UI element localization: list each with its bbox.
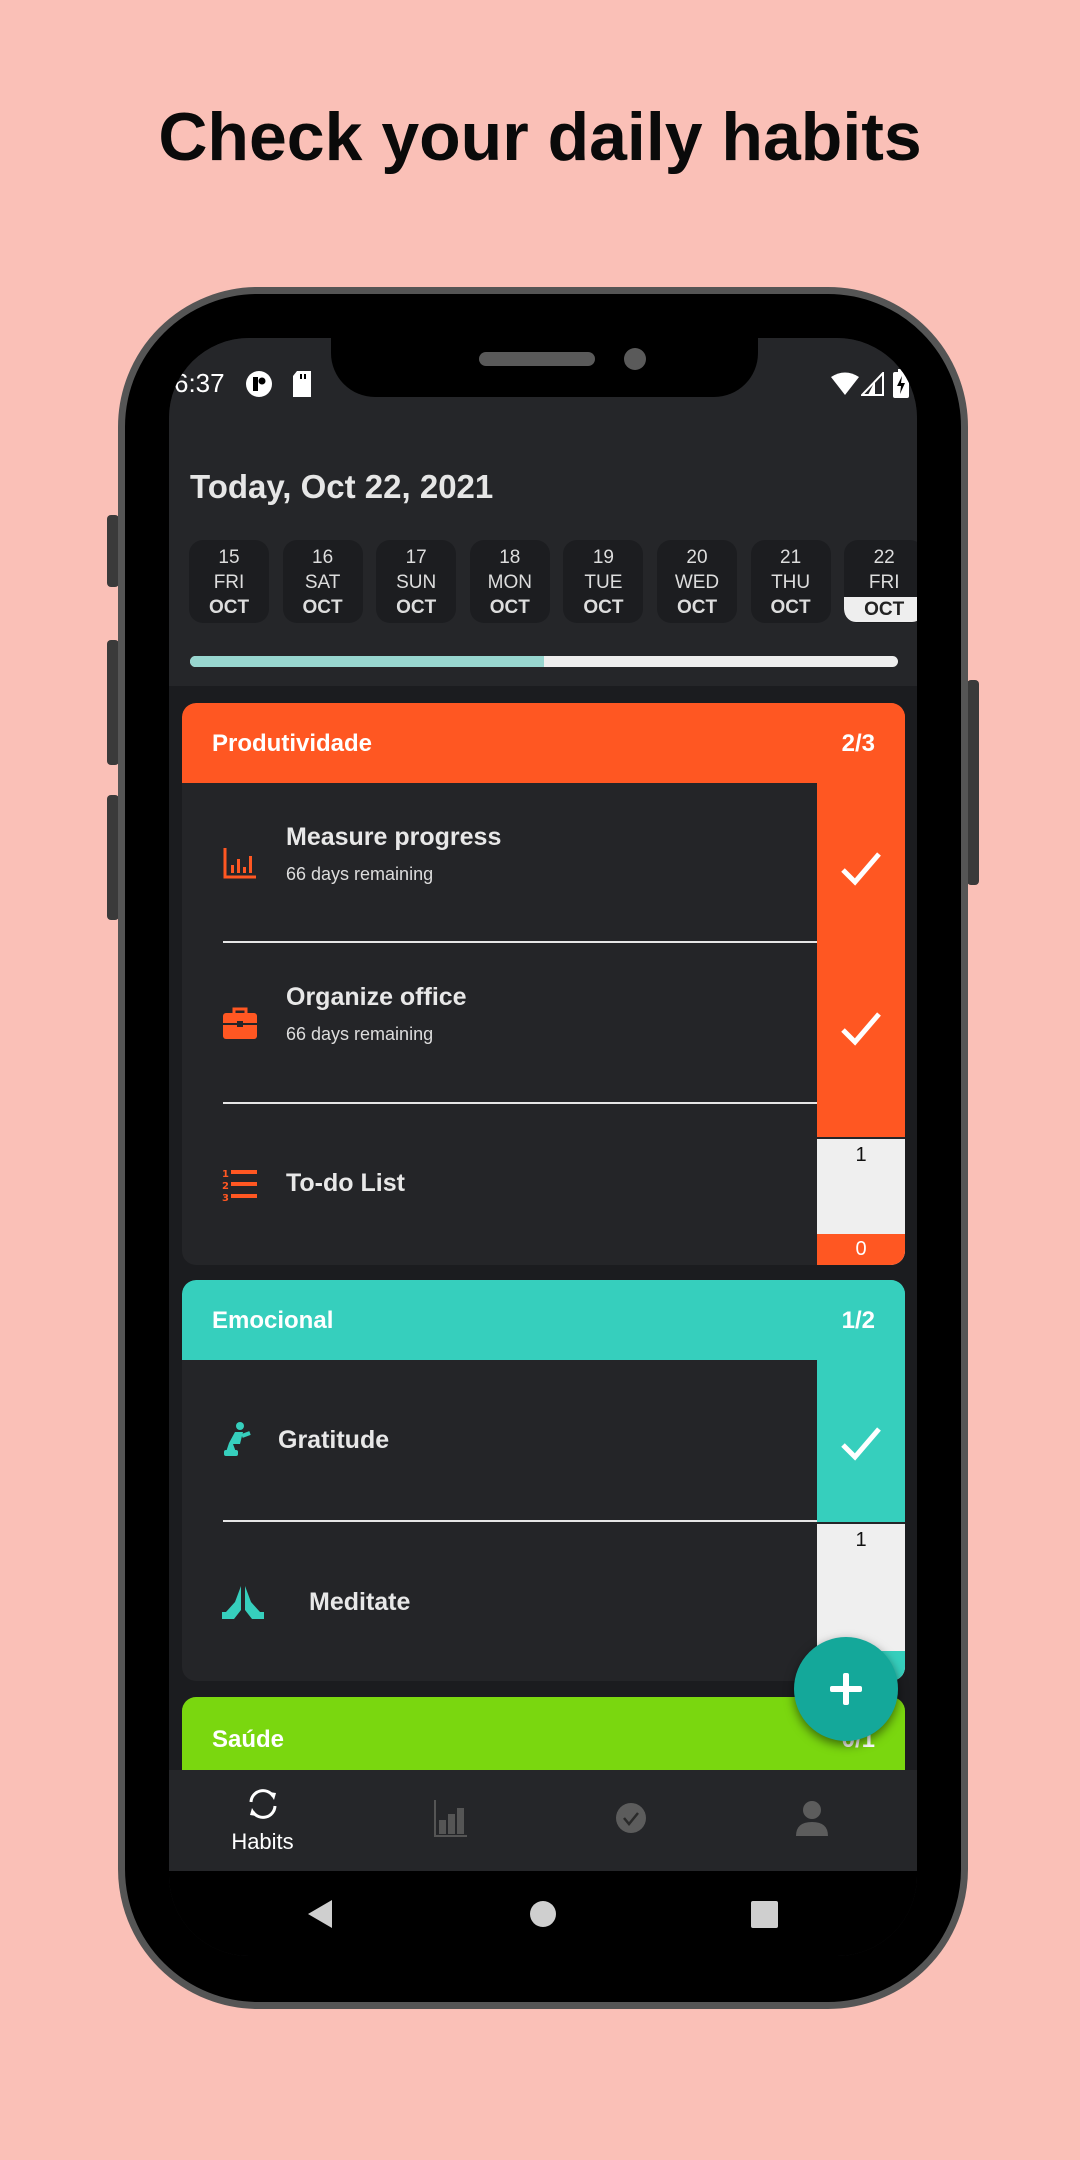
habit-row[interactable]: Meditate (182, 1522, 817, 1681)
progress-fill (190, 656, 544, 667)
date-weekday: THU (771, 572, 811, 593)
group-card-emocional: Emocional 1/2 Gratitude Meditate 1 (182, 1280, 905, 1681)
svg-text:3: 3 (222, 1193, 229, 1202)
wifi-icon (831, 372, 859, 395)
nav-label: Habits (231, 1829, 294, 1854)
profile-icon[interactable] (795, 1800, 829, 1836)
nav-habits[interactable]: Habits (169, 1770, 356, 1871)
group-name: Saúde (212, 1726, 285, 1753)
recents-icon[interactable] (751, 1901, 778, 1928)
speaker (479, 352, 595, 366)
date-month: OCT (208, 597, 250, 618)
habit-title: Measure progress (286, 823, 502, 851)
date-month: OCT (396, 597, 437, 618)
svg-text:2: 2 (222, 1181, 229, 1192)
date-chip-22[interactable]: 22 FRI OCT (844, 540, 917, 623)
date-chip-21[interactable]: 21 THU OCT (750, 540, 831, 623)
counter-column[interactable]: 1 0 (817, 1139, 905, 1265)
date-chip-20[interactable]: 20 WED OCT (657, 540, 737, 623)
habit-row[interactable]: Gratitude (182, 1360, 817, 1520)
date-chip-18[interactable]: 18 MON OCT (469, 540, 550, 623)
kneeling-person-icon (224, 1422, 251, 1456)
group-name: Produtividade (212, 730, 373, 757)
date-day: 22 (873, 547, 895, 568)
date-weekday: WED (674, 572, 720, 593)
signal-icon (861, 372, 884, 396)
counter-target: 1 (855, 1529, 867, 1551)
date-chip-15[interactable]: 15 FRI OCT (189, 540, 269, 623)
date-day: 18 (499, 547, 521, 568)
praying-hands-icon (222, 1586, 264, 1619)
date-month: OCT (770, 597, 811, 618)
habit-subtitle: 66 days remaining (286, 1024, 434, 1044)
date-weekday: SAT (304, 572, 341, 593)
date-month: OCT (583, 597, 624, 618)
date-weekday: MON (487, 572, 532, 593)
sd-card-icon (293, 371, 311, 397)
group-card-produtividade: Produtividade 2/3 Measure progress 66 da… (182, 703, 905, 1265)
briefcase-icon (223, 1007, 257, 1039)
habit-row[interactable]: 123 To-do List (182, 1104, 817, 1265)
check-icon[interactable] (839, 1421, 883, 1465)
counter-fill: 0 (817, 1234, 905, 1265)
group-count: 2/3 (841, 730, 875, 757)
date-day: 19 (592, 547, 614, 568)
notch (331, 338, 758, 397)
counter-current: 0 (855, 1238, 867, 1260)
svg-text:1: 1 (222, 1169, 229, 1180)
plus-icon (830, 1673, 862, 1705)
system-nav-bar (169, 1871, 917, 1956)
date-day: 15 (218, 547, 240, 568)
check-icon[interactable] (839, 1006, 883, 1050)
bar-chart-icon (223, 848, 256, 879)
date-weekday: FRI (213, 572, 245, 593)
page-title: Today, Oct 22, 2021 (190, 468, 494, 505)
phone-button (967, 680, 979, 885)
date-month: OCT (844, 597, 917, 622)
check-icon[interactable] (839, 846, 883, 890)
date-day: 17 (405, 547, 427, 568)
date-chip-17[interactable]: 17 SUN OCT (376, 540, 457, 623)
habit-title: Gratitude (278, 1426, 390, 1454)
group-count: 1/2 (841, 1307, 875, 1334)
group-header[interactable]: Emocional 1/2 (182, 1280, 905, 1360)
habit-subtitle: 66 days remaining (286, 864, 434, 884)
habit-title: Organize office (286, 983, 467, 1011)
date-month: OCT (676, 597, 718, 618)
date-chip-16[interactable]: 16 SAT OCT (282, 540, 363, 623)
camera (624, 348, 646, 370)
battery-charging-icon (893, 369, 909, 398)
date-month: OCT (489, 597, 530, 618)
group-header[interactable]: Produtividade 2/3 (182, 703, 905, 783)
habit-title: To-do List (286, 1169, 405, 1197)
habit-row[interactable]: Organize office 66 days remaining (182, 943, 817, 1104)
status-time: 6:37 (174, 368, 225, 398)
headline: Check your daily habits (158, 99, 922, 175)
daily-progress-bar (190, 656, 898, 667)
stats-icon[interactable] (433, 1800, 469, 1838)
pocket-casts-icon (246, 371, 272, 397)
date-weekday: TUE (584, 572, 623, 593)
counter-target: 1 (855, 1144, 867, 1166)
back-icon[interactable] (306, 1899, 334, 1929)
bottom-nav: Habits (169, 1770, 917, 1871)
date-weekday: SUN (396, 572, 437, 593)
app-screen: 6:37 Today, Oct 22, 2021 15 FRI OCT 16 SAT OC… (169, 338, 917, 1956)
date-day: 21 (780, 547, 802, 568)
group-name: Emocional (212, 1307, 334, 1334)
date-chip-19[interactable]: 19 TUE OCT (563, 540, 644, 623)
habit-row[interactable]: Measure progress 66 days remaining (182, 783, 817, 942)
add-habit-button[interactable] (794, 1637, 898, 1741)
home-icon[interactable] (529, 1900, 557, 1928)
date-day: 20 (686, 547, 708, 568)
habit-title: Meditate (309, 1588, 411, 1616)
numbered-list-icon: 123 (222, 1169, 257, 1202)
date-month: OCT (302, 597, 343, 618)
date-weekday: FRI (868, 572, 900, 593)
date-day: 16 (312, 547, 334, 568)
check-circle-icon[interactable] (615, 1802, 647, 1834)
sync-icon (249, 1789, 276, 1819)
